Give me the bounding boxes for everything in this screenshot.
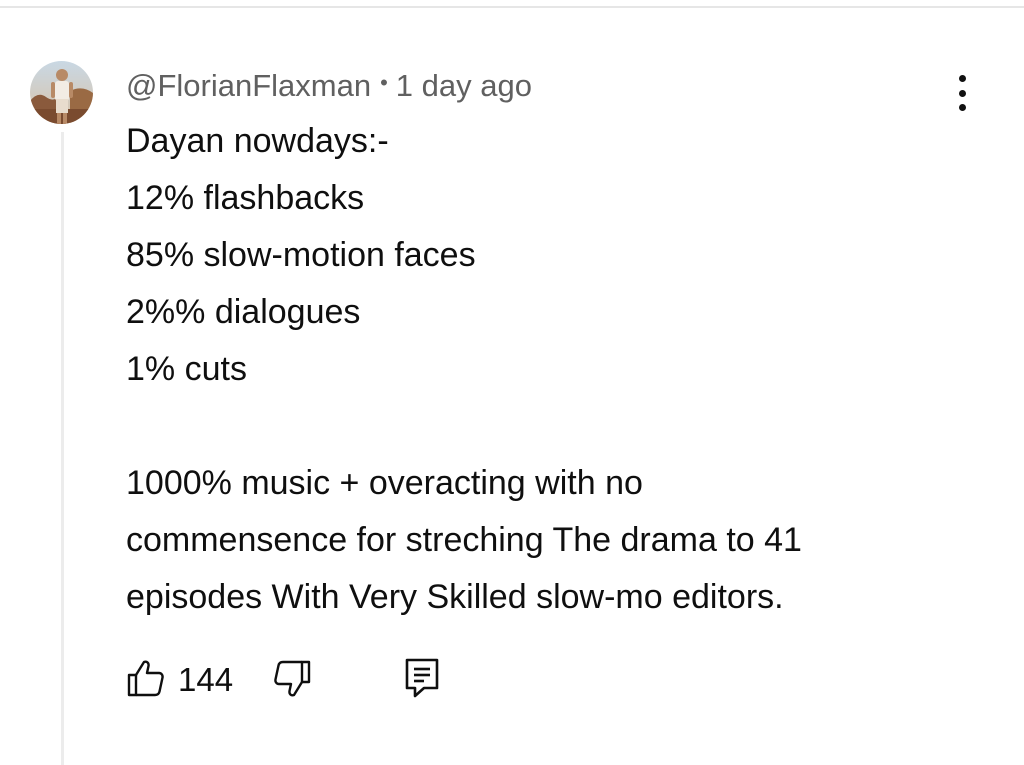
comment-line: 1% cuts — [126, 350, 247, 388]
comment-line: 12% flashbacks — [126, 179, 365, 217]
comment-line: commensence for streching The drama to 4… — [126, 521, 802, 559]
comment-line: Dayan nowdays:- — [126, 122, 389, 160]
header-separator: • — [380, 70, 388, 95]
comment-header: @FlorianFlaxman • 1 day ago — [126, 64, 532, 108]
dislike-button[interactable] — [272, 659, 312, 699]
comment-timestamp[interactable]: 1 day ago — [396, 68, 532, 104]
reply-comment-icon — [405, 658, 439, 698]
comment-line: episodes With Very Skilled slow-mo edito… — [126, 578, 784, 616]
avatar-photo-icon — [30, 61, 93, 124]
more-vertical-icon — [958, 75, 966, 82]
avatar[interactable] — [30, 61, 93, 124]
like-button[interactable] — [126, 658, 166, 698]
like-count: 144 — [178, 661, 234, 698]
comment-page: @FlorianFlaxman • 1 day ago Dayan nowday… — [0, 0, 1024, 765]
comment-line: 85% slow-motion faces — [126, 236, 476, 274]
comment-text: Dayan nowdays:- 12% flashbacks 85% slow-… — [126, 113, 986, 626]
more-vertical-icon — [958, 104, 966, 111]
reply-button[interactable] — [404, 657, 440, 699]
comment-line: 2%% dialogues — [126, 293, 361, 331]
author-handle[interactable]: @FlorianFlaxman — [126, 68, 371, 104]
thumbs-up-icon — [127, 660, 164, 697]
top-divider — [0, 6, 1024, 8]
comment-actions: 144 — [126, 655, 546, 705]
thumbs-down-icon — [274, 660, 311, 697]
more-vertical-icon — [958, 89, 966, 97]
more-options-button[interactable] — [944, 72, 980, 114]
comment-line: 1000% music + overacting with no — [126, 464, 643, 502]
reply-thread-line — [61, 132, 64, 765]
